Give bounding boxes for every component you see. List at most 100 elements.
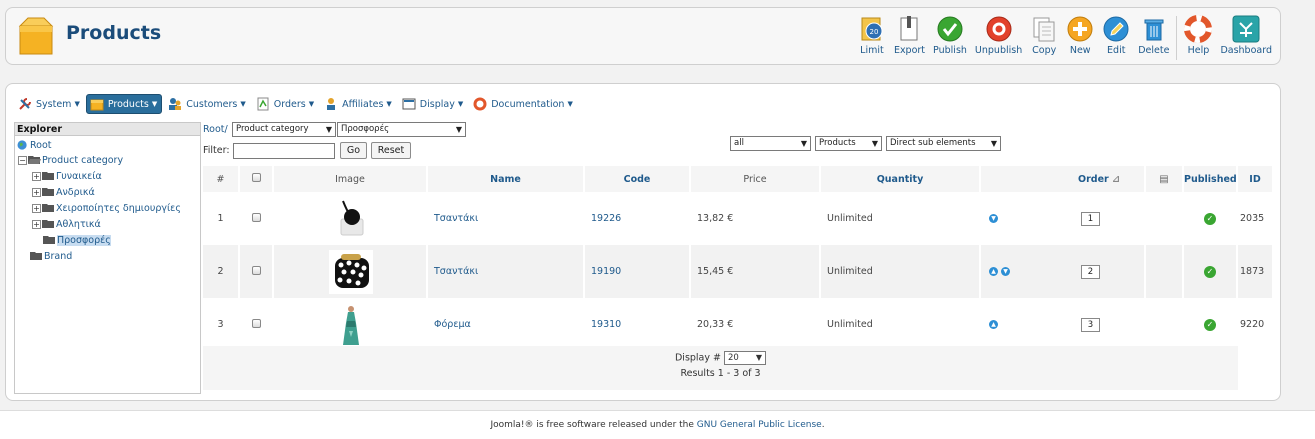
row-checkbox[interactable] [251,212,261,222]
tree-item[interactable]: + Χειροποίητες δημιουργίες [32,201,181,215]
table-row[interactable]: 2 Τσαντάκι 19190 15,45 € Unlimited ▲ ▼ 2 ✓ 1873 [203,245,1274,298]
tree-item-selected[interactable]: Προσφορές [43,233,111,247]
product-thumbnail[interactable] [329,196,373,241]
row-select[interactable] [239,192,274,245]
row-quantity: Unlimited [820,245,981,298]
col-id[interactable]: ID [1237,166,1274,192]
export-button[interactable]: Export [890,14,929,62]
dashboard-button[interactable]: Dashboard [1216,14,1276,62]
published-check-icon[interactable]: ✓ [1204,212,1216,225]
move-up-icon[interactable]: ▲ [989,266,998,276]
menu-affiliates[interactable]: Affiliates ▼ [320,94,396,114]
row-code[interactable]: 19226 [584,192,691,245]
limit-button[interactable]: 20 Limit [854,14,890,62]
menu-products[interactable]: Products ▼ [85,94,163,114]
col-price[interactable]: Price [690,166,821,192]
col-order-label: Order [1078,173,1109,185]
col-code[interactable]: Code [584,166,691,192]
category-select[interactable]: Προσφορές ▼ [337,122,466,137]
reset-button[interactable]: Reset [371,142,411,159]
type-select[interactable]: Product category ▼ [232,122,336,137]
tree-brand[interactable]: Brand [30,249,72,263]
product-name-link[interactable]: Φόρεμα [434,319,471,330]
tree-item[interactable]: + Αθλητικά [32,217,101,231]
row-order: ▼ 1 [980,192,1146,245]
expand-icon[interactable]: + [32,171,41,181]
tree-product-category[interactable]: − Product category [18,153,123,167]
page-scrollbar[interactable] [1285,0,1315,408]
move-down-icon[interactable]: ▼ [989,213,998,223]
row-code[interactable]: 19310 [584,298,691,351]
menu-display[interactable]: Display ▼ [398,94,467,114]
col-select-all[interactable] [239,166,274,192]
col-order[interactable]: Order ⊿ [980,166,1146,192]
row-select[interactable] [239,245,274,298]
product-thumbnail[interactable] [329,249,373,294]
product-code-link[interactable]: 19190 [591,266,621,277]
select-all-checkbox[interactable] [251,173,261,182]
collapse-icon[interactable]: − [18,155,27,165]
expand-icon[interactable]: + [32,219,41,229]
row-select[interactable] [239,298,274,351]
row-name[interactable]: Φόρεμα [427,298,585,351]
display-limit-select[interactable]: 20 ▼ [724,351,767,365]
row-checkbox[interactable] [251,265,261,275]
row-published[interactable]: ✓ [1183,298,1238,351]
unpublish-button[interactable]: Unpublish [971,14,1026,62]
order-input[interactable]: 2 [1081,264,1100,279]
help-button[interactable]: Help [1180,14,1216,62]
save-icon[interactable]: ▤ [1159,174,1168,185]
row-checkbox[interactable] [251,318,261,328]
published-check-icon[interactable]: ✓ [1204,265,1216,278]
edit-button[interactable]: Edit [1098,14,1134,62]
filter-input[interactable] [233,143,335,159]
tree-root[interactable]: Root [16,138,52,152]
menu-documentation[interactable]: Documentation ▼ [469,94,577,114]
col-published[interactable]: Published [1183,166,1238,192]
move-down-icon[interactable]: ▼ [1001,266,1011,276]
table-row[interactable]: 1 Τσαντάκι 19226 13,82 € Unlimited ▼ 1 ✓ 2035 [203,192,1274,245]
depth-select[interactable]: Direct sub elements ▼ [886,136,1001,151]
row-name[interactable]: Τσαντάκι [427,245,585,298]
publish-button[interactable]: Publish [929,14,971,62]
menu-orders[interactable]: Orders ▼ [252,94,318,114]
menu-system[interactable]: System ▼ [14,94,84,114]
menu-customers[interactable]: Customers ▼ [164,94,250,114]
product-name-link[interactable]: Τσαντάκι [434,213,478,224]
order-input[interactable]: 1 [1081,211,1100,226]
row-published[interactable]: ✓ [1183,192,1238,245]
row-price: 15,45 € [690,245,821,298]
product-name-link[interactable]: Τσαντάκι [434,266,478,277]
tree-item[interactable]: + Γυναικεία [32,169,102,183]
breadcrumb-root[interactable]: Root/ [203,124,228,135]
folder-icon [30,252,42,260]
go-button[interactable]: Go [340,142,367,159]
published-check-icon[interactable]: ✓ [1204,318,1216,331]
col-name[interactable]: Name [427,166,585,192]
row-order: ▲ ▼ 2 [980,245,1146,298]
new-button[interactable]: New [1062,14,1098,62]
copy-button[interactable]: Copy [1026,14,1062,62]
row-published[interactable]: ✓ [1183,245,1238,298]
col-save-order[interactable]: ▤ [1145,166,1184,192]
product-thumbnail[interactable] [329,302,373,347]
page-title: Products [66,22,162,44]
menu-documentation-label: Documentation [491,98,565,110]
row-name[interactable]: Τσαντάκι [427,192,585,245]
edit-pencil-icon [1103,16,1129,42]
expand-icon[interactable]: + [32,203,41,213]
entity-select[interactable]: Products ▼ [815,136,882,151]
product-code-link[interactable]: 19226 [591,213,621,224]
table-row[interactable]: 3 Φόρεμα 19310 20,33 € Unlimited ▲ 3 ✓ 9220 [203,298,1274,351]
product-code-link[interactable]: 19310 [591,319,621,330]
tree-brand-label: Brand [44,250,73,262]
order-input[interactable]: 3 [1081,317,1100,332]
expand-icon[interactable]: + [32,187,41,197]
delete-button[interactable]: Delete [1134,14,1173,62]
col-quantity[interactable]: Quantity [820,166,981,192]
license-link[interactable]: GNU General Public License [697,420,822,430]
row-code[interactable]: 19190 [584,245,691,298]
tree-item[interactable]: + Ανδρικά [32,185,95,199]
move-up-icon[interactable]: ▲ [989,319,998,329]
scope-select[interactable]: all ▼ [730,136,811,151]
